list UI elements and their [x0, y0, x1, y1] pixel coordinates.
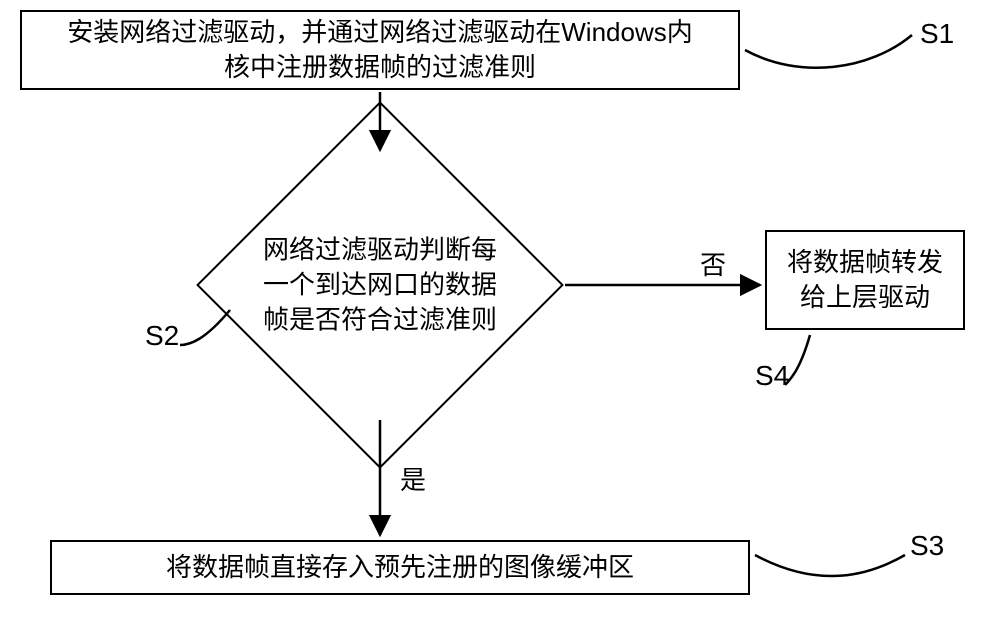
node-s1: 安装网络过滤驱动，并通过网络过滤驱动在Windows内 核中注册数据帧的过滤准则: [20, 10, 740, 90]
node-s2-text: 网络过滤驱动判断每 一个到达网口的数据 帧是否符合过滤准则: [240, 232, 520, 337]
node-s3: 将数据帧直接存入预先注册的图像缓冲区: [50, 540, 750, 595]
node-s4-text: 将数据帧转发 给上层驱动: [787, 245, 943, 315]
label-s4: S4: [755, 360, 789, 392]
callout-s2: [180, 310, 230, 345]
label-s1: S1: [920, 18, 954, 50]
edge-no-label: 否: [700, 245, 726, 282]
callout-s1: [745, 35, 912, 68]
label-s3: S3: [910, 530, 944, 562]
callout-s3: [755, 555, 905, 576]
node-s1-text: 安装网络过滤驱动，并通过网络过滤驱动在Windows内 核中注册数据帧的过滤准则: [67, 15, 692, 85]
label-s2: S2: [145, 320, 179, 352]
node-s2: 网络过滤驱动判断每 一个到达网口的数据 帧是否符合过滤准则: [250, 155, 510, 415]
node-s4: 将数据帧转发 给上层驱动: [765, 230, 965, 330]
edge-yes-label: 是: [400, 460, 426, 497]
node-s3-text: 将数据帧直接存入预先注册的图像缓冲区: [166, 550, 634, 585]
